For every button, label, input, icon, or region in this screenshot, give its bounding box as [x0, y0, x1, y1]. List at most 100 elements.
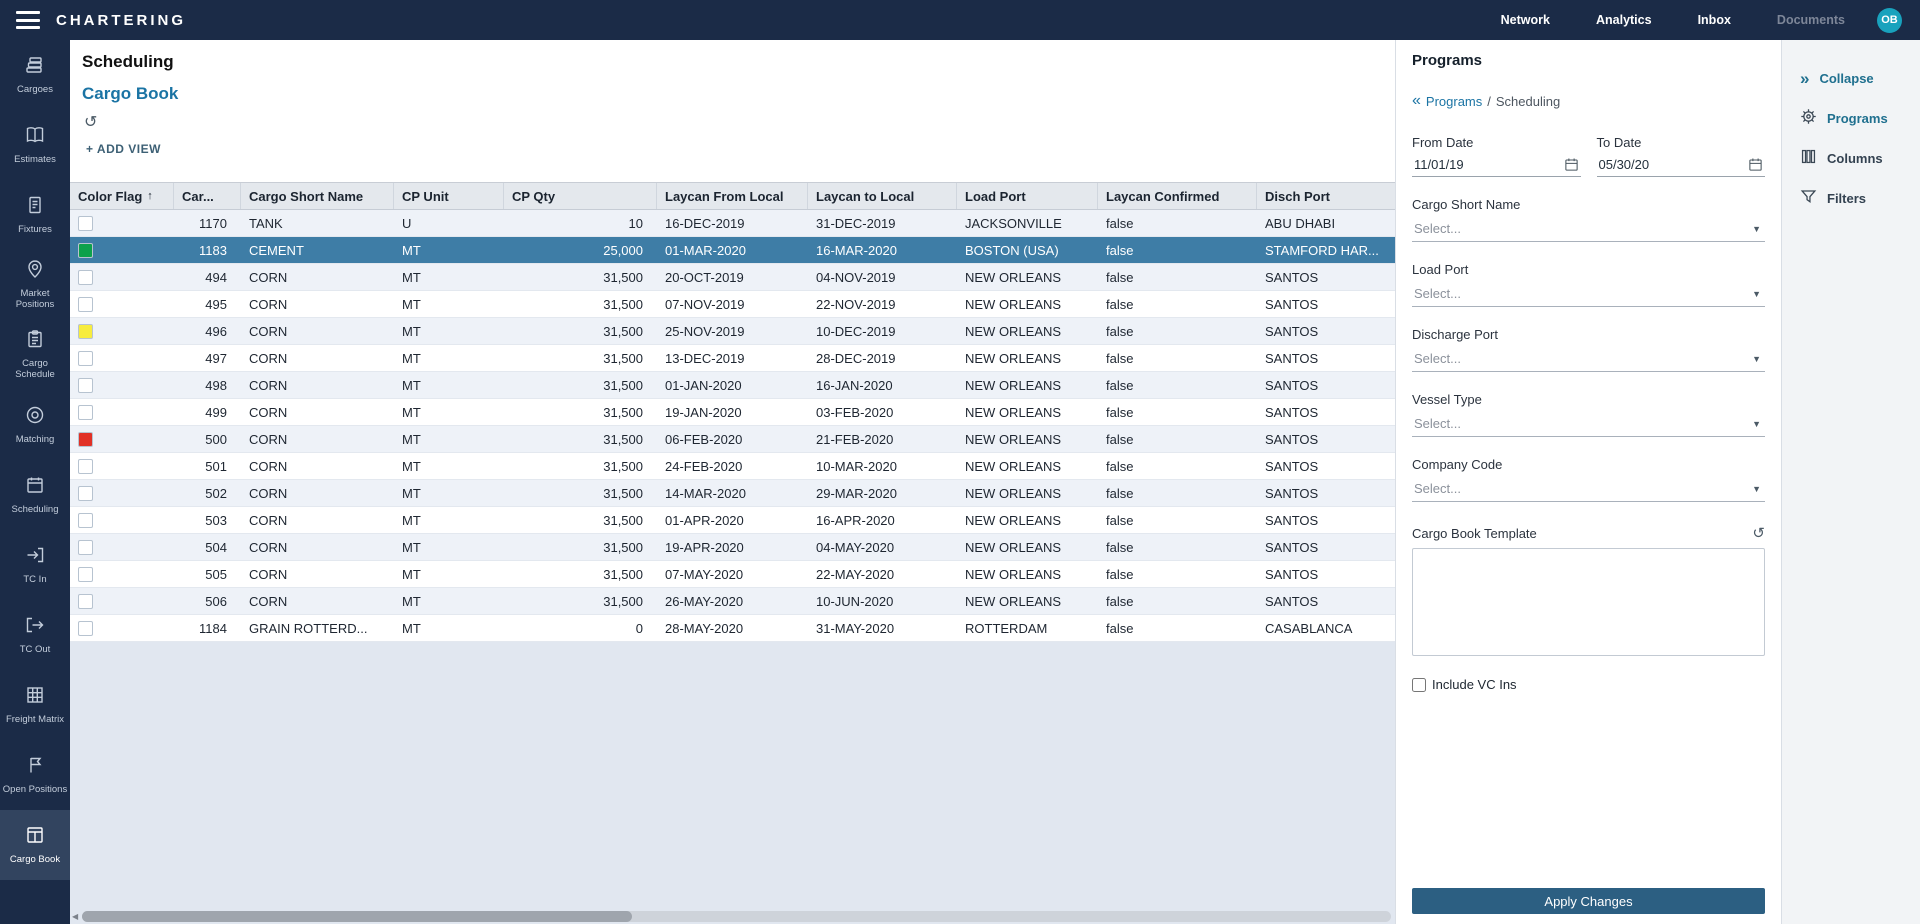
scrollbar-thumb[interactable]: [82, 911, 632, 922]
col-header-color-flag[interactable]: Color Flag↑: [70, 183, 174, 209]
color-flag-box[interactable]: [78, 486, 93, 501]
table-row[interactable]: 498 CORN MT 31,500 01-JAN-2020 16-JAN-20…: [70, 372, 1395, 399]
color-flag-box[interactable]: [78, 243, 93, 258]
color-flag-box[interactable]: [78, 594, 93, 609]
sidebar-item-label: Freight Matrix: [4, 715, 66, 726]
color-flag-box[interactable]: [78, 351, 93, 366]
color-flag-box[interactable]: [78, 378, 93, 393]
scrollbar-track[interactable]: [82, 911, 1391, 922]
col-header-laycan-to[interactable]: Laycan to Local: [808, 183, 957, 209]
calendar-icon[interactable]: [1748, 157, 1763, 172]
col-header-cargo-id[interactable]: Car...: [174, 183, 241, 209]
color-flag-box[interactable]: [78, 567, 93, 582]
table-row[interactable]: 504 CORN MT 31,500 19-APR-2020 04-MAY-20…: [70, 534, 1395, 561]
sidebar-item-matching[interactable]: Matching: [0, 390, 70, 460]
nav-network[interactable]: Network: [1501, 13, 1550, 27]
table-row[interactable]: 1170 TANK U 10 16-DEC-2019 31-DEC-2019 J…: [70, 210, 1395, 237]
scroll-left-icon[interactable]: ◀: [72, 912, 82, 921]
cell-laycan-confirmed: false: [1098, 486, 1257, 501]
table-row[interactable]: 501 CORN MT 31,500 24-FEB-2020 10-MAR-20…: [70, 453, 1395, 480]
cell-laycan-confirmed: false: [1098, 270, 1257, 285]
horizontal-scrollbar: ◀: [72, 910, 1391, 922]
include-vc-checkbox[interactable]: [1412, 678, 1426, 692]
sidebar-item-market-positions[interactable]: Market Positions: [0, 250, 70, 320]
nav-analytics[interactable]: Analytics: [1596, 13, 1652, 27]
table-row[interactable]: 506 CORN MT 31,500 26-MAY-2020 10-JUN-20…: [70, 588, 1395, 615]
table-row[interactable]: 494 CORN MT 31,500 20-OCT-2019 04-NOV-20…: [70, 264, 1395, 291]
sidebar-item-tc-in[interactable]: TC In: [0, 530, 70, 600]
col-header-load-port[interactable]: Load Port: [957, 183, 1098, 209]
cell-laycan-from: 25-NOV-2019: [657, 324, 808, 339]
color-flag-box[interactable]: [78, 540, 93, 555]
from-date-input[interactable]: 11/01/19: [1412, 152, 1581, 177]
col-header-laycan-confirmed[interactable]: Laycan Confirmed: [1098, 183, 1257, 209]
cell-laycan-from: 28-MAY-2020: [657, 621, 808, 636]
sidebar-item-estimates[interactable]: Estimates: [0, 110, 70, 180]
color-flag-box[interactable]: [78, 405, 93, 420]
table-row[interactable]: 500 CORN MT 31,500 06-FEB-2020 21-FEB-20…: [70, 426, 1395, 453]
apply-changes-button[interactable]: Apply Changes: [1412, 888, 1765, 914]
cargo-book-template-label: Cargo Book Template: [1412, 526, 1537, 541]
table-row[interactable]: 503 CORN MT 31,500 01-APR-2020 16-APR-20…: [70, 507, 1395, 534]
user-avatar[interactable]: OB: [1877, 8, 1902, 33]
select-dropdown[interactable]: Select... ▼: [1412, 280, 1765, 307]
color-flag-box[interactable]: [78, 324, 93, 339]
color-flag-box[interactable]: [78, 459, 93, 474]
table-row[interactable]: 1183 CEMENT MT 25,000 01-MAR-2020 16-MAR…: [70, 237, 1395, 264]
color-flag-box[interactable]: [78, 216, 93, 231]
color-flag-box[interactable]: [78, 621, 93, 636]
col-header-cargo-short-name[interactable]: Cargo Short Name: [241, 183, 394, 209]
table-row[interactable]: 496 CORN MT 31,500 25-NOV-2019 10-DEC-20…: [70, 318, 1395, 345]
top-navigation: Network Analytics Inbox Documents: [1501, 13, 1845, 27]
toolbar-item-programs[interactable]: Programs: [1782, 98, 1920, 138]
breadcrumb-link-programs[interactable]: Programs: [1426, 94, 1482, 109]
cell-cargo-id: 495: [174, 297, 241, 312]
color-flag-box[interactable]: [78, 432, 93, 447]
sidebar-item-scheduling[interactable]: Scheduling: [0, 460, 70, 530]
table-row[interactable]: 1184 GRAIN ROTTERD... MT 0 28-MAY-2020 3…: [70, 615, 1395, 642]
table-row[interactable]: 505 CORN MT 31,500 07-MAY-2020 22-MAY-20…: [70, 561, 1395, 588]
table-row[interactable]: 499 CORN MT 31,500 19-JAN-2020 03-FEB-20…: [70, 399, 1395, 426]
cell-cargo-id: 500: [174, 432, 241, 447]
sidebar-item-cargo-schedule[interactable]: Cargo Schedule: [0, 320, 70, 390]
color-flag-box[interactable]: [78, 270, 93, 285]
sidebar-item-cargoes[interactable]: Cargoes: [0, 40, 70, 110]
cell-cargo-id: 1184: [174, 621, 241, 636]
cell-laycan-to: 10-DEC-2019: [808, 324, 957, 339]
cargo-book-template-input[interactable]: [1412, 548, 1765, 656]
select-dropdown[interactable]: Select... ▼: [1412, 410, 1765, 437]
hamburger-menu-icon[interactable]: [16, 11, 40, 29]
sidebar-item-tc-out[interactable]: TC Out: [0, 600, 70, 670]
table-row[interactable]: 495 CORN MT 31,500 07-NOV-2019 22-NOV-20…: [70, 291, 1395, 318]
cell-cp-unit: MT: [394, 486, 504, 501]
toolbar-item-filters[interactable]: Filters: [1782, 178, 1920, 218]
select-dropdown[interactable]: Select... ▼: [1412, 215, 1765, 242]
toolbar-item-columns[interactable]: Columns: [1782, 138, 1920, 178]
table-row[interactable]: 497 CORN MT 31,500 13-DEC-2019 28-DEC-20…: [70, 345, 1395, 372]
cell-cargo-short-name: CORN: [241, 513, 394, 528]
to-date-input[interactable]: 05/30/20: [1597, 152, 1766, 177]
select-value: Select...: [1414, 481, 1461, 496]
cell-laycan-confirmed: false: [1098, 459, 1257, 474]
table-row[interactable]: 502 CORN MT 31,500 14-MAR-2020 29-MAR-20…: [70, 480, 1395, 507]
sidebar-item-cargo-book[interactable]: Cargo Book: [0, 810, 70, 880]
col-header-laycan-from[interactable]: Laycan From Local: [657, 183, 808, 209]
nav-inbox[interactable]: Inbox: [1698, 13, 1731, 27]
calendar-icon[interactable]: [1564, 157, 1579, 172]
undo-icon[interactable]: ↺: [84, 112, 97, 132]
color-flag-box[interactable]: [78, 513, 93, 528]
sidebar-item-freight-matrix[interactable]: Freight Matrix: [0, 670, 70, 740]
cell-cargo-id: 498: [174, 378, 241, 393]
sidebar-item-open-positions[interactable]: Open Positions: [0, 740, 70, 810]
add-view-button[interactable]: + ADD VIEW: [86, 142, 1395, 156]
color-flag-box[interactable]: [78, 297, 93, 312]
col-header-cp-unit[interactable]: CP Unit: [394, 183, 504, 209]
sidebar-item-fixtures[interactable]: Fixtures: [0, 180, 70, 250]
col-header-cp-qty[interactable]: CP Qty: [504, 183, 657, 209]
col-header-disch-port[interactable]: Disch Port: [1257, 183, 1395, 209]
select-dropdown[interactable]: Select... ▼: [1412, 345, 1765, 372]
undo-icon[interactable]: ↺: [1752, 524, 1765, 542]
collapse-button[interactable]: » Collapse: [1782, 58, 1920, 98]
select-dropdown[interactable]: Select... ▼: [1412, 475, 1765, 502]
breadcrumb-back-icon[interactable]: «: [1412, 93, 1421, 109]
